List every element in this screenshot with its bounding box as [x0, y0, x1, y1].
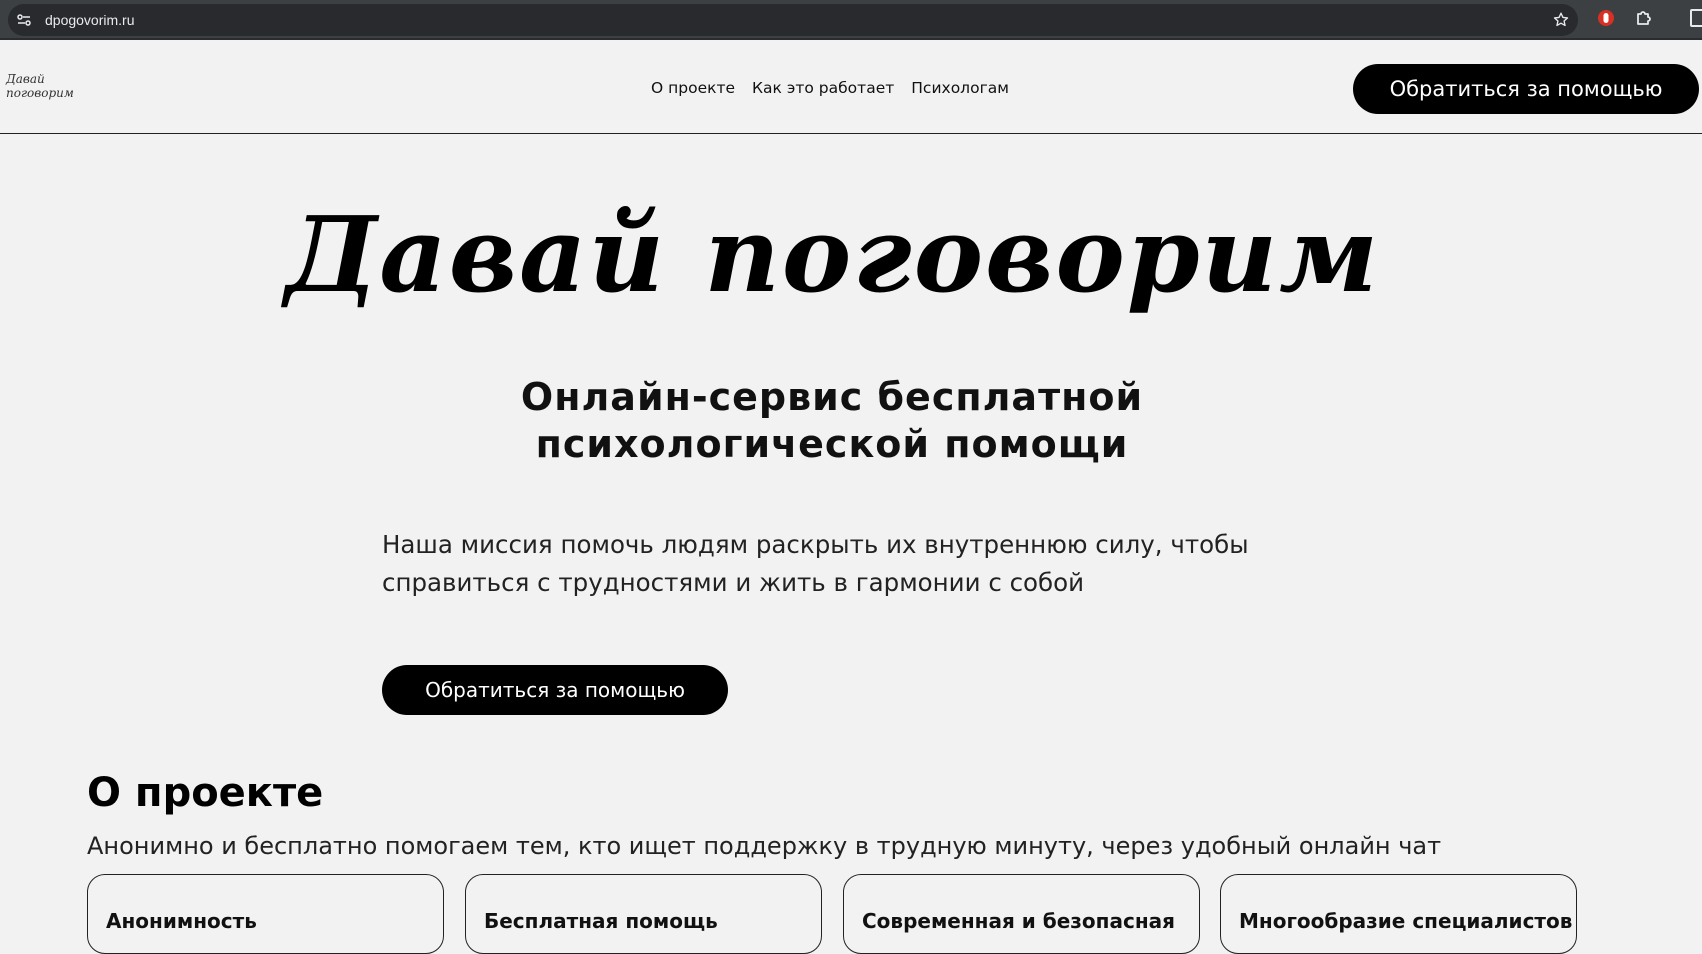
feature-card-specialists: Многообразие специалистов	[1220, 874, 1577, 954]
nav-item-psychologists[interactable]: Психологам	[911, 78, 1009, 98]
feature-card-modern-safe: Современная и безопасная	[843, 874, 1200, 954]
hero-title: Давай поговорим	[284, 193, 1381, 316]
about-description: Анонимно и бесплатно помогаем тем, кто и…	[87, 832, 1442, 860]
nav-item-how-it-works[interactable]: Как это работает	[752, 78, 894, 98]
feature-card-free-help: Бесплатная помощь	[465, 874, 822, 954]
url-text[interactable]: dpogovorim.ru	[45, 11, 135, 29]
mission-text: Наша миссия помочь людям раскрыть их вну…	[382, 530, 1249, 597]
logo-line-1: Давай	[6, 72, 45, 86]
nav-item-about[interactable]: О проекте	[651, 78, 735, 98]
address-bar[interactable]: dpogovorim.ru	[8, 4, 1578, 36]
feature-card-title: Современная и безопасная	[862, 909, 1175, 933]
site-header: Давай поговорим О проекте Как это работа…	[0, 42, 1702, 134]
hero-subtitle: Онлайн-сервис бесплатной психологической…	[520, 375, 1144, 466]
feature-card-title: Анонимность	[106, 909, 257, 933]
main-nav: О проекте Как это работает Психологам	[651, 78, 1009, 98]
browser-toolbar: dpogovorim.ru	[0, 0, 1702, 40]
header-get-help-button[interactable]: Обратиться за помощью	[1353, 64, 1699, 114]
bookmark-star-icon[interactable]	[1552, 11, 1570, 29]
feature-card-title: Бесплатная помощь	[484, 909, 718, 933]
feature-card-anonymity: Анонимность	[87, 874, 444, 954]
logo-line-2: поговорим	[6, 86, 74, 100]
extensions-puzzle-icon[interactable]	[1634, 8, 1654, 28]
hero-get-help-button[interactable]: Обратиться за помощью	[382, 665, 728, 715]
site-settings-icon[interactable]	[16, 12, 32, 28]
about-heading: О проекте	[87, 770, 324, 816]
side-panel-icon[interactable]	[1690, 9, 1702, 27]
extension-red-icon[interactable]	[1596, 8, 1616, 28]
feature-card-title: Многообразие специалистов	[1239, 909, 1573, 933]
site-logo[interactable]: Давай поговорим	[6, 72, 86, 100]
